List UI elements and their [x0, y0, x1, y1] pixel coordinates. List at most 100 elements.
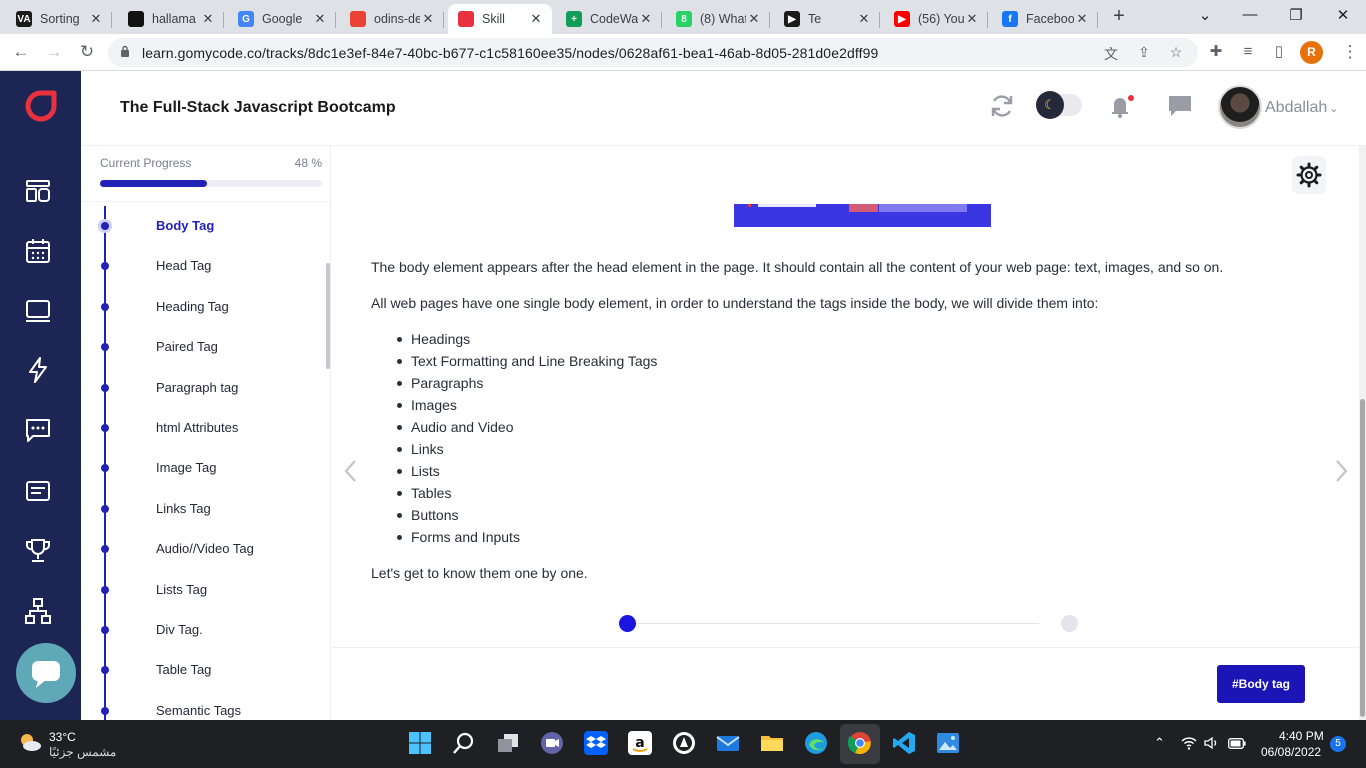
close-tab-icon[interactable]: ✕	[746, 11, 762, 27]
dashboard-icon[interactable]	[25, 178, 51, 204]
lesson-item[interactable]: Div Tag.	[81, 615, 321, 645]
hierarchy-icon[interactable]	[25, 598, 51, 624]
vscode-icon[interactable]	[892, 731, 916, 755]
browser-tab[interactable]: VA Sorting ✕	[6, 4, 112, 34]
browser-tab[interactable]: hallama ✕	[118, 4, 224, 34]
close-tab-icon[interactable]: ✕	[200, 11, 216, 27]
lesson-item[interactable]: Head Tag	[81, 251, 321, 281]
close-tab-icon[interactable]: ✕	[856, 11, 872, 27]
notification-bell-icon[interactable]	[1108, 93, 1134, 119]
new-tab-button[interactable]: +	[1108, 6, 1130, 28]
restore-icon[interactable]: ❐	[1286, 6, 1306, 24]
notification-badge[interactable]: 5	[1330, 736, 1346, 752]
minimize-icon[interactable]: —	[1240, 6, 1260, 23]
address-bar[interactable]: learn.gomycode.co/tracks/8dc1e3ef-84e7-4…	[108, 38, 1198, 67]
support-chat-button[interactable]	[16, 643, 76, 703]
photos-icon[interactable]	[936, 731, 960, 755]
trophy-icon[interactable]	[25, 538, 51, 564]
lesson-item[interactable]: Heading Tag	[81, 292, 321, 322]
gomycode-logo-icon[interactable]	[25, 90, 57, 122]
reload-icon[interactable]: ↻	[76, 42, 98, 64]
lesson-item[interactable]: Semantic Tags	[81, 696, 321, 720]
dropbox-icon[interactable]	[584, 731, 608, 755]
weather-temperature[interactable]: 33°C	[49, 730, 76, 744]
search-icon[interactable]	[452, 731, 476, 755]
weather-description[interactable]: مشمس جزئيًا	[49, 745, 116, 759]
chrome-icon[interactable]	[848, 731, 872, 755]
share-icon[interactable]: ⇪	[1135, 44, 1153, 62]
close-tab-icon[interactable]: ✕	[420, 11, 436, 27]
browser-tab[interactable]: odins-de ✕	[340, 4, 444, 34]
clock-time[interactable]: 4:40 PM	[1279, 729, 1324, 743]
lesson-item[interactable]: Paragraph tag	[81, 373, 321, 403]
user-avatar[interactable]	[1218, 85, 1262, 129]
chrome-menu-icon[interactable]: ⋮	[1339, 42, 1361, 64]
laptop-icon[interactable]	[25, 298, 51, 324]
body-tag-button[interactable]: #Body tag	[1217, 665, 1305, 703]
odin-app-icon[interactable]	[672, 731, 696, 755]
browser-tab[interactable]: f Faceboo ✕	[992, 4, 1098, 34]
amazon-icon[interactable]: a	[628, 731, 652, 755]
slide-indicator-dot[interactable]	[1061, 615, 1078, 632]
close-window-icon[interactable]: ✕	[1333, 6, 1353, 24]
timeline-dot	[101, 464, 109, 473]
slide-indicator-dot[interactable]	[619, 615, 636, 632]
settings-button[interactable]	[1292, 156, 1326, 194]
browser-tab[interactable]: Skill ✕	[448, 4, 552, 34]
tray-overflow-icon[interactable]: ⌃	[1154, 735, 1165, 751]
document-icon[interactable]	[25, 478, 51, 504]
task-view-icon[interactable]	[496, 731, 520, 755]
page-scrollbar[interactable]	[1359, 146, 1366, 720]
partly-sunny-icon[interactable]	[18, 732, 42, 752]
forward-icon[interactable]: →	[43, 42, 65, 64]
translate-icon[interactable]: 文	[1102, 44, 1120, 62]
calendar-icon[interactable]	[25, 238, 51, 264]
lightning-icon[interactable]	[25, 357, 51, 383]
close-tab-icon[interactable]: ✕	[964, 11, 980, 27]
mail-icon[interactable]	[716, 731, 740, 755]
browser-tab[interactable]: ▶ Te ✕	[774, 4, 880, 34]
sync-icon[interactable]	[989, 93, 1015, 119]
lesson-item[interactable]: html Attributes	[81, 413, 321, 443]
messages-icon[interactable]	[1167, 93, 1193, 119]
lesson-item[interactable]: Paired Tag	[81, 332, 321, 362]
lesson-item[interactable]: Lists Tag	[81, 575, 321, 605]
close-tab-icon[interactable]: ✕	[638, 11, 654, 27]
sidebar-scrollbar[interactable]	[326, 263, 330, 369]
lesson-item[interactable]: Image Tag	[81, 453, 321, 483]
back-icon[interactable]: ←	[10, 42, 32, 64]
extensions-icon[interactable]: ✚	[1205, 42, 1227, 64]
media-control-icon[interactable]: ≡	[1237, 42, 1259, 64]
lesson-item[interactable]: Audio//Video Tag	[81, 534, 321, 564]
clock-date[interactable]: 06/08/2022	[1261, 745, 1321, 759]
chat-icon[interactable]	[25, 417, 51, 443]
battery-icon[interactable]	[1228, 738, 1246, 749]
close-tab-icon[interactable]: ✕	[312, 11, 328, 27]
browser-tab[interactable]: G Google ✕	[228, 4, 336, 34]
wifi-icon[interactable]	[1181, 736, 1197, 750]
previous-arrow-icon[interactable]	[341, 456, 361, 486]
teams-chat-icon[interactable]	[540, 731, 564, 755]
lesson-item[interactable]: Table Tag	[81, 655, 321, 685]
next-arrow-icon[interactable]	[1331, 456, 1351, 486]
bookmark-star-icon[interactable]: ☆	[1167, 44, 1185, 62]
close-tab-icon[interactable]: ✕	[88, 11, 104, 27]
browser-tab[interactable]: ▶ (56) You ✕	[884, 4, 988, 34]
browser-tab[interactable]: + CodeWa ✕	[556, 4, 662, 34]
volume-icon[interactable]	[1204, 736, 1220, 750]
side-panel-icon[interactable]: ▯	[1268, 42, 1290, 64]
lesson-item[interactable]: Links Tag	[81, 494, 321, 524]
user-name[interactable]: Abdallah ⌄	[1265, 99, 1339, 117]
facebook-icon: f	[1002, 11, 1018, 27]
edge-icon[interactable]	[804, 731, 828, 755]
browser-tab[interactable]: 8 (8) What ✕	[666, 4, 770, 34]
close-tab-icon[interactable]: ✕	[528, 11, 544, 27]
lesson-item[interactable]: Body Tag	[81, 211, 321, 241]
close-tab-icon[interactable]: ✕	[1074, 11, 1090, 27]
dark-mode-toggle[interactable]: ☾	[1036, 89, 1082, 121]
page-scrollbar-thumb[interactable]	[1360, 399, 1365, 717]
profile-avatar[interactable]: R	[1300, 41, 1323, 64]
file-explorer-icon[interactable]	[760, 731, 784, 755]
tab-search-icon[interactable]: ⌄	[1195, 6, 1215, 24]
windows-start-icon[interactable]	[408, 731, 432, 755]
